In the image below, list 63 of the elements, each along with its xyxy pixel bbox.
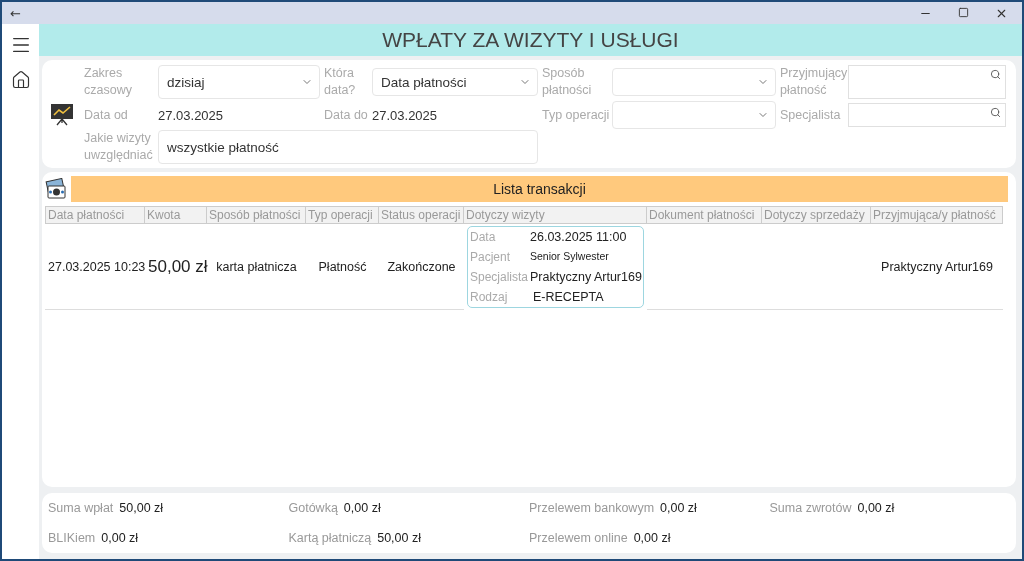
- visit-label: Pacjent: [470, 250, 512, 264]
- table-cell: Płatność: [306, 224, 379, 310]
- maximize-icon[interactable]: [958, 6, 969, 18]
- visit-value: E-RECEPTA: [532, 290, 605, 304]
- summary-value: 50,00 zł: [119, 501, 164, 515]
- visit-label: Specjalista: [470, 270, 530, 284]
- summary-label: Gotówką: [288, 501, 338, 515]
- visit-card[interactable]: Data 26.03.2025 11:00 Pacjent Senior Sylwester Specjalista Praktyczny Artur169 Rodzaj E-RECEPTA: [467, 226, 644, 308]
- field-label: Data od: [84, 106, 129, 124]
- table-cell: 50,00 zł: [145, 224, 207, 310]
- list-title: Lista transakcji: [71, 176, 1008, 202]
- column-header[interactable]: Sposób płatności: [207, 206, 306, 224]
- home-icon[interactable]: [10, 70, 31, 90]
- table-cell: karta płatnicza: [207, 224, 306, 310]
- summary-value: 0,00 zł: [857, 501, 895, 515]
- field-label: Data do: [324, 106, 369, 124]
- column-header[interactable]: Typ operacji: [306, 206, 379, 224]
- field-label: Specjalista: [780, 106, 842, 124]
- column-header[interactable]: Przyjmująca/y płatność: [871, 206, 1003, 224]
- summary-value: 0,00 zł: [633, 531, 671, 545]
- banknotes-icon: [45, 178, 67, 200]
- visit-label: Rodzaj: [470, 290, 509, 304]
- visit-value: Praktyczny Artur169: [530, 270, 642, 284]
- visit-value: 26.03.2025 11:00: [530, 230, 628, 244]
- page-title: WPŁATY ZA WIZYTY I USŁUGI: [39, 24, 1022, 56]
- table-cell: 27.03.2025 10:23: [45, 224, 145, 310]
- field-label: Zakres czasowy: [84, 65, 133, 99]
- summary-label: Suma zwrotów: [769, 501, 852, 515]
- summary-label: Przelewem bankowym: [529, 501, 655, 515]
- back-button[interactable]: ←: [10, 5, 21, 21]
- summary-value: 0,00 zł: [101, 531, 139, 545]
- date-value: 27.03.2025: [158, 107, 225, 123]
- column-header[interactable]: Kwota: [145, 206, 207, 224]
- column-header[interactable]: Status operacji: [379, 206, 464, 224]
- table-cell: Praktyczny Artur169: [871, 224, 1003, 310]
- dropdown[interactable]: dzisiaj: [158, 65, 320, 99]
- summary-label: BLIKiem: [48, 531, 96, 545]
- column-header[interactable]: Data płatności: [45, 206, 145, 224]
- visit-label: Data: [470, 230, 497, 244]
- chart-easel-icon: [50, 102, 74, 126]
- summary-value: 0,00 zł: [343, 501, 381, 515]
- table-cell: Zakończone: [379, 224, 464, 310]
- search-field[interactable]: [848, 65, 1006, 99]
- field-label: Przyjmujący płatność: [780, 65, 848, 99]
- summary-value: 0,00 zł: [660, 501, 697, 515]
- visit-value: Senior Sylwester: [530, 250, 610, 264]
- column-header[interactable]: Dotyczy wizyty: [464, 206, 647, 224]
- search-icon: [990, 69, 1001, 80]
- search-icon: [990, 107, 1001, 118]
- field-label: Jakie wizyty uwzględniać: [84, 130, 154, 164]
- summary-label: Przelewem online: [529, 531, 628, 545]
- date-value: 27.03.2025: [372, 107, 439, 123]
- dropdown[interactable]: wszystkie płatność: [158, 130, 538, 164]
- summary-label: Kartą płatniczą: [288, 531, 372, 545]
- search-field[interactable]: [848, 103, 1006, 127]
- field-label: Która data?: [324, 65, 357, 99]
- field-label: Typ operacji: [542, 106, 611, 124]
- field-label: Sposób płatności: [542, 65, 593, 99]
- column-header[interactable]: Dotyczy sprzedaży: [762, 206, 871, 224]
- column-header[interactable]: Dokument płatności: [647, 206, 762, 224]
- summary-label: Suma wpłat: [48, 501, 114, 515]
- dropdown[interactable]: Data płatności: [372, 68, 538, 96]
- summary-value: 50,00 zł: [377, 531, 421, 545]
